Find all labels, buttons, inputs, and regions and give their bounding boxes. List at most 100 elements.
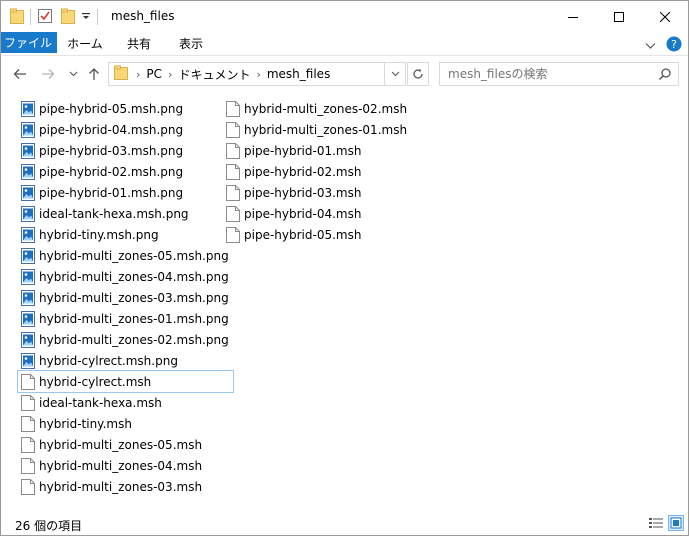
tab-share[interactable]: 共有 <box>113 32 165 56</box>
up-button[interactable] <box>85 64 103 84</box>
file-item[interactable]: hybrid-multi_zones-04.msh.png <box>18 266 233 287</box>
blank-file-icon <box>226 205 240 222</box>
file-name: hybrid-multi_zones-05.msh <box>39 437 203 452</box>
breadcrumb-separator-icon[interactable]: › <box>136 68 140 81</box>
file-name: ideal-tank-hexa.msh <box>39 395 162 410</box>
file-name: hybrid-multi_zones-05.msh.png <box>39 248 229 263</box>
file-name: hybrid-multi_zones-01.msh.png <box>39 311 229 326</box>
file-column-1: pipe-hybrid-05.msh.png pipe-hybrid-04.msh… <box>17 98 234 497</box>
file-name: hybrid-multi_zones-04.msh.png <box>39 269 229 284</box>
close-button[interactable] <box>642 1 688 32</box>
refresh-button[interactable] <box>407 62 429 86</box>
file-item[interactable]: pipe-hybrid-05.msh <box>223 224 411 245</box>
file-name: pipe-hybrid-01.msh.png <box>39 185 184 200</box>
file-item[interactable]: hybrid-multi_zones-03.msh <box>18 476 233 497</box>
file-item[interactable]: pipe-hybrid-05.msh.png <box>18 98 233 119</box>
address-bar[interactable]: › PC › ドキュメント › mesh_files <box>108 62 406 86</box>
file-name: pipe-hybrid-01.msh <box>244 143 362 158</box>
help-icon[interactable]: ? <box>666 36 682 55</box>
file-name: hybrid-cylrect.msh <box>39 374 152 389</box>
file-item[interactable]: pipe-hybrid-01.msh.png <box>18 182 233 203</box>
breadcrumb-separator-icon[interactable]: › <box>256 68 260 81</box>
file-item[interactable]: hybrid-cylrect.msh <box>17 370 234 393</box>
file-item[interactable]: hybrid-tiny.msh <box>18 413 233 434</box>
status-bar: 26 個の項目 <box>1 512 688 535</box>
tab-file[interactable]: ファイル <box>1 32 57 53</box>
search-input[interactable] <box>448 67 648 81</box>
svg-text:?: ? <box>671 38 677 51</box>
file-item[interactable]: pipe-hybrid-02.msh <box>223 161 411 182</box>
details-view-icon[interactable] <box>648 515 664 531</box>
file-item[interactable]: pipe-hybrid-01.msh <box>223 140 411 161</box>
tab-view[interactable]: 表示 <box>165 32 217 56</box>
file-item[interactable]: hybrid-multi_zones-02.msh.png <box>18 329 233 350</box>
explorer-window: mesh_files ファイル ホーム 共有 表示 ? › PC › ドキュメン… <box>0 0 689 536</box>
file-item[interactable]: hybrid-multi_zones-01.msh <box>223 119 411 140</box>
file-item[interactable]: hybrid-multi_zones-05.msh <box>18 434 233 455</box>
folder-icon <box>114 65 128 83</box>
expand-ribbon-icon[interactable] <box>645 39 656 53</box>
image-file-icon <box>21 100 35 117</box>
ribbon-right-controls: ? <box>645 36 682 55</box>
image-file-icon <box>21 310 35 327</box>
file-item[interactable]: hybrid-multi_zones-02.msh <box>223 98 411 119</box>
image-file-icon <box>21 121 35 138</box>
maximize-button[interactable] <box>596 1 642 32</box>
forward-button[interactable] <box>39 64 57 84</box>
breadcrumb-mesh-files[interactable]: mesh_files <box>267 67 330 81</box>
file-item[interactable]: hybrid-multi_zones-04.msh <box>18 455 233 476</box>
properties-check-icon[interactable] <box>37 8 53 27</box>
blank-file-icon <box>21 373 35 390</box>
image-file-icon <box>21 289 35 306</box>
file-item[interactable]: ideal-tank-hexa.msh.png <box>18 203 233 224</box>
blank-file-icon <box>226 226 240 243</box>
blank-file-icon <box>21 478 35 495</box>
ribbon-tabs: ファイル ホーム 共有 表示 ? <box>1 32 688 56</box>
file-name: hybrid-multi_zones-01.msh <box>244 122 408 137</box>
search-icon[interactable] <box>658 67 672 84</box>
blank-file-icon <box>226 121 240 138</box>
window-controls <box>550 1 688 32</box>
file-name: hybrid-multi_zones-02.msh <box>244 101 408 116</box>
large-icons-view-icon[interactable] <box>668 515 684 531</box>
new-folder-icon[interactable] <box>61 8 75 27</box>
divider <box>30 9 31 25</box>
image-file-icon <box>21 142 35 159</box>
file-item[interactable]: ideal-tank-hexa.msh <box>18 392 233 413</box>
customize-toolbar-dropdown-icon[interactable] <box>81 10 91 24</box>
breadcrumb-pc[interactable]: PC <box>146 67 162 81</box>
file-item[interactable]: pipe-hybrid-03.msh.png <box>18 140 233 161</box>
file-name: hybrid-multi_zones-03.msh.png <box>39 290 229 305</box>
breadcrumb-documents[interactable]: ドキュメント <box>178 66 250 83</box>
file-item[interactable]: pipe-hybrid-02.msh.png <box>18 161 233 182</box>
file-name: pipe-hybrid-05.msh.png <box>39 101 184 116</box>
tab-home[interactable]: ホーム <box>57 32 113 56</box>
file-name: pipe-hybrid-04.msh.png <box>39 122 184 137</box>
folder-icon <box>10 8 24 27</box>
image-file-icon <box>21 331 35 348</box>
file-item[interactable]: pipe-hybrid-04.msh <box>223 203 411 224</box>
minimize-button[interactable] <box>550 1 596 32</box>
file-name: pipe-hybrid-03.msh <box>244 185 362 200</box>
image-file-icon <box>21 184 35 201</box>
divider <box>97 9 98 25</box>
file-item[interactable]: hybrid-tiny.msh.png <box>18 224 233 245</box>
file-item[interactable]: hybrid-cylrect.msh.png <box>18 350 233 371</box>
breadcrumb-separator-icon[interactable]: › <box>168 68 172 81</box>
title-bar: mesh_files <box>1 1 688 32</box>
file-name: hybrid-multi_zones-04.msh <box>39 458 203 473</box>
file-item[interactable]: hybrid-multi_zones-03.msh.png <box>18 287 233 308</box>
window-title: mesh_files <box>111 9 175 23</box>
quick-access-toolbar <box>10 8 104 26</box>
back-button[interactable] <box>11 64 29 84</box>
recent-locations-dropdown[interactable] <box>64 64 82 84</box>
file-item[interactable]: hybrid-multi_zones-01.msh.png <box>18 308 233 329</box>
file-item[interactable]: hybrid-multi_zones-05.msh.png <box>18 245 233 266</box>
file-item[interactable]: pipe-hybrid-04.msh.png <box>18 119 233 140</box>
file-item[interactable]: pipe-hybrid-03.msh <box>223 182 411 203</box>
address-history-dropdown[interactable] <box>384 62 406 86</box>
item-count: 26 個の項目 <box>15 519 83 533</box>
file-name: pipe-hybrid-03.msh.png <box>39 143 184 158</box>
blank-file-icon <box>226 142 240 159</box>
search-box[interactable] <box>439 62 679 86</box>
